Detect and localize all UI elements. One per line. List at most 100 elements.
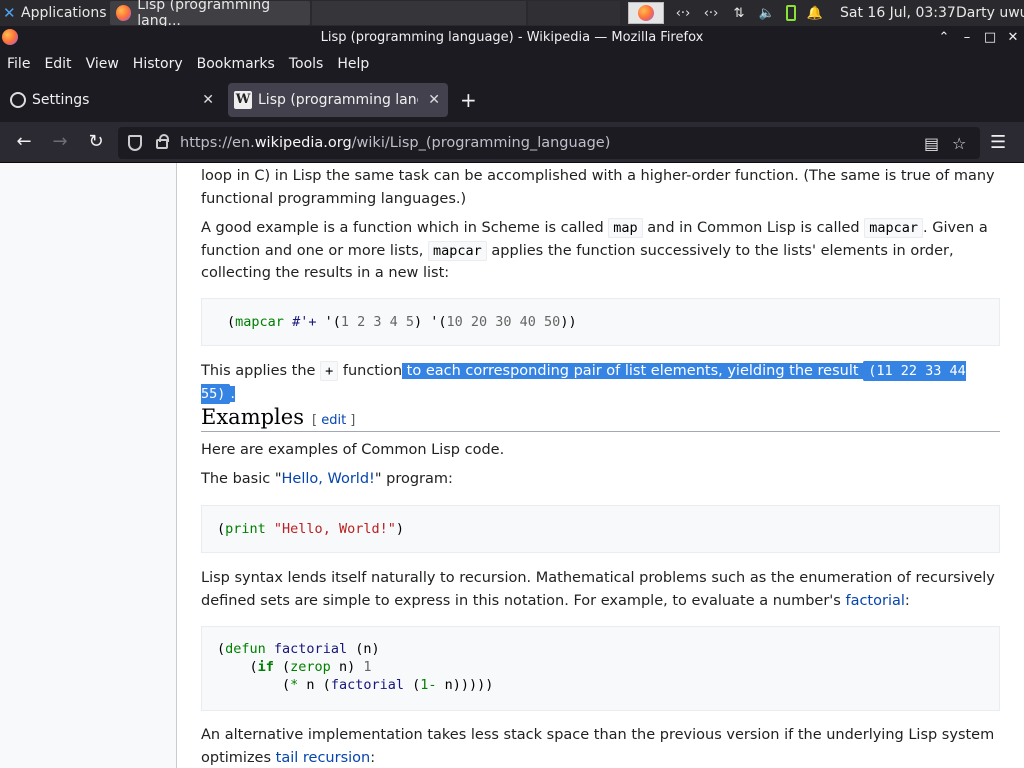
menu-help[interactable]: Help <box>337 56 369 72</box>
window-titlebar[interactable]: Lisp (programming language) - Wikipedia … <box>0 26 1024 50</box>
clock[interactable]: Sat 16 Jul, 03:37 <box>840 0 956 26</box>
applications-menu[interactable]: ✕ Applications <box>0 0 107 26</box>
transfer-arrows-icon[interactable]: ⇅ <box>730 6 748 21</box>
new-tab-button[interactable]: + <box>460 90 477 110</box>
code-token: 10 20 30 40 50 <box>446 314 561 330</box>
paragraph: An alternative implementation takes less… <box>201 724 1001 768</box>
user-menu[interactable]: Darty uwu <box>956 0 1024 26</box>
top-panel: ✕ Applications Lisp (programming lang...… <box>0 0 1024 29</box>
edit-section: [ edit ] <box>312 413 355 428</box>
code-line: (defun factorial (n) <box>217 641 380 657</box>
firefox-icon <box>116 5 132 21</box>
close-tab-icon[interactable]: ✕ <box>202 92 214 108</box>
paragraph: Here are examples of Common Lisp code. <box>201 442 505 458</box>
code-token: defun <box>225 641 266 657</box>
tray-firefox-button[interactable] <box>628 2 664 24</box>
code-block: (defun factorial (n) (if (zerop n) 1 (* … <box>201 626 1000 711</box>
text: : <box>904 592 910 609</box>
close-tab-icon[interactable]: ✕ <box>428 92 440 108</box>
notification-bell-icon[interactable]: 🔔 <box>806 6 824 21</box>
url-text[interactable]: https://en.wikipedia.org/wiki/Lisp_(prog… <box>180 127 610 159</box>
wikipedia-favicon-icon: W <box>234 91 252 109</box>
text: : <box>370 749 376 766</box>
code-block: (mapcar #'+ '(1 2 3 4 5) '(10 20 30 40 5… <box>201 298 1000 346</box>
section-heading: Examples [ edit ] <box>201 404 1000 432</box>
code-token: 1- <box>420 677 437 693</box>
minimize-button[interactable]: – <box>956 26 978 50</box>
menu-tools[interactable]: Tools <box>289 56 324 72</box>
factorial-link[interactable]: factorial <box>845 593 904 609</box>
menubar: File Edit View History Bookmarks Tools H… <box>0 50 1024 78</box>
menu-bookmarks[interactable]: Bookmarks <box>197 56 275 72</box>
reader-view-icon[interactable]: ▤ <box>924 134 939 153</box>
battery-icon[interactable] <box>786 5 796 21</box>
close-window-button[interactable]: ✕ <box>1002 26 1024 50</box>
code-token: "Hello, World!" <box>273 521 396 537</box>
tab-settings[interactable]: Settings ✕ <box>4 83 222 117</box>
text: A good example is a function which in Sc… <box>201 220 609 236</box>
system-tray: ‹·› ‹·› ⇅ 🔈 🔔 <box>628 0 824 26</box>
forward-button[interactable]: → <box>48 131 72 153</box>
network-icon[interactable]: ‹·› <box>674 6 692 21</box>
volume-icon[interactable]: 🔈 <box>758 6 776 21</box>
shade-button[interactable]: ⌃ <box>933 26 955 50</box>
code-token: factorial <box>273 641 348 657</box>
code-token: mapcar <box>235 314 284 330</box>
edit-section-link[interactable]: edit <box>321 413 346 428</box>
app-menu-icon[interactable]: ☰ <box>990 132 1006 153</box>
taskbar-item-firefox[interactable]: Lisp (programming lang... <box>110 0 310 29</box>
bookmark-star-icon[interactable]: ☆ <box>952 134 966 153</box>
code-token: ) <box>395 521 404 537</box>
code-token: 1 2 3 4 5 <box>340 314 414 330</box>
window-title: Lisp (programming language) - Wikipedia … <box>320 30 704 45</box>
lock-icon[interactable] <box>156 134 169 149</box>
menu-edit[interactable]: Edit <box>44 56 71 72</box>
inline-code: + <box>320 361 339 381</box>
code-token: )) <box>560 314 577 330</box>
taskbar-slot <box>528 1 620 25</box>
back-button[interactable]: ← <box>12 131 36 153</box>
hello-world-link[interactable]: Hello, World! <box>282 471 375 487</box>
paragraph: The basic "Hello, World!" program: <box>201 468 1001 491</box>
tab-lisp-wikipedia[interactable]: W Lisp (programming language) - Wikipedi… <box>228 83 448 117</box>
code-token: (n) <box>347 641 380 657</box>
paragraph: loop in C) in Lisp the same task can be … <box>201 168 995 207</box>
code-line: (* n (factorial (1- n))))) <box>217 677 494 693</box>
network-icon[interactable]: ‹·› <box>702 6 720 21</box>
menu-history[interactable]: History <box>133 56 183 72</box>
text: function <box>338 363 403 379</box>
code-line: (if (zerop n) 1 <box>217 659 372 675</box>
taskbar-slot <box>312 1 526 25</box>
menu-view[interactable]: View <box>86 56 119 72</box>
code-token: ( <box>217 521 226 537</box>
code-token: ) '( <box>414 314 447 330</box>
code-token: print <box>225 521 266 537</box>
reload-button[interactable]: ↻ <box>84 131 108 153</box>
section-heading-title: Examples <box>201 405 304 429</box>
code-block: (print "Hello, World!") <box>201 505 1000 553</box>
tab-strip: Settings ✕ W Lisp (programming language)… <box>0 78 1024 122</box>
code-token: if <box>257 659 274 675</box>
paragraph: A good example is a function which in Sc… <box>201 217 1001 285</box>
inline-code: mapcar <box>428 240 487 261</box>
text: ] <box>346 413 356 428</box>
text: The basic " <box>201 471 282 487</box>
tracking-protection-shield-icon[interactable] <box>128 135 142 151</box>
code-token: zerop <box>290 659 331 675</box>
page-content: loop in C) in Lisp the same task can be … <box>0 163 1024 768</box>
maximize-button[interactable]: □ <box>979 26 1001 50</box>
url-domain: wikipedia.org <box>254 135 352 151</box>
code-token: n) <box>330 659 364 675</box>
tail-recursion-link[interactable]: tail recursion <box>276 750 371 766</box>
text: and in Common Lisp is called <box>642 220 865 236</box>
code-token: factorial <box>330 677 404 693</box>
text: This applies the <box>201 363 321 379</box>
url-prefix: https://en. <box>180 135 255 151</box>
text: " program: <box>374 471 453 487</box>
inline-code: mapcar <box>864 218 924 238</box>
text: to each corresponding pair of list eleme… <box>402 363 864 379</box>
text: [ <box>311 413 322 428</box>
code-token: '( <box>316 314 341 330</box>
url-bar[interactable]: https://en.wikipedia.org/wiki/Lisp_(prog… <box>118 127 980 159</box>
menu-file[interactable]: File <box>7 56 30 72</box>
